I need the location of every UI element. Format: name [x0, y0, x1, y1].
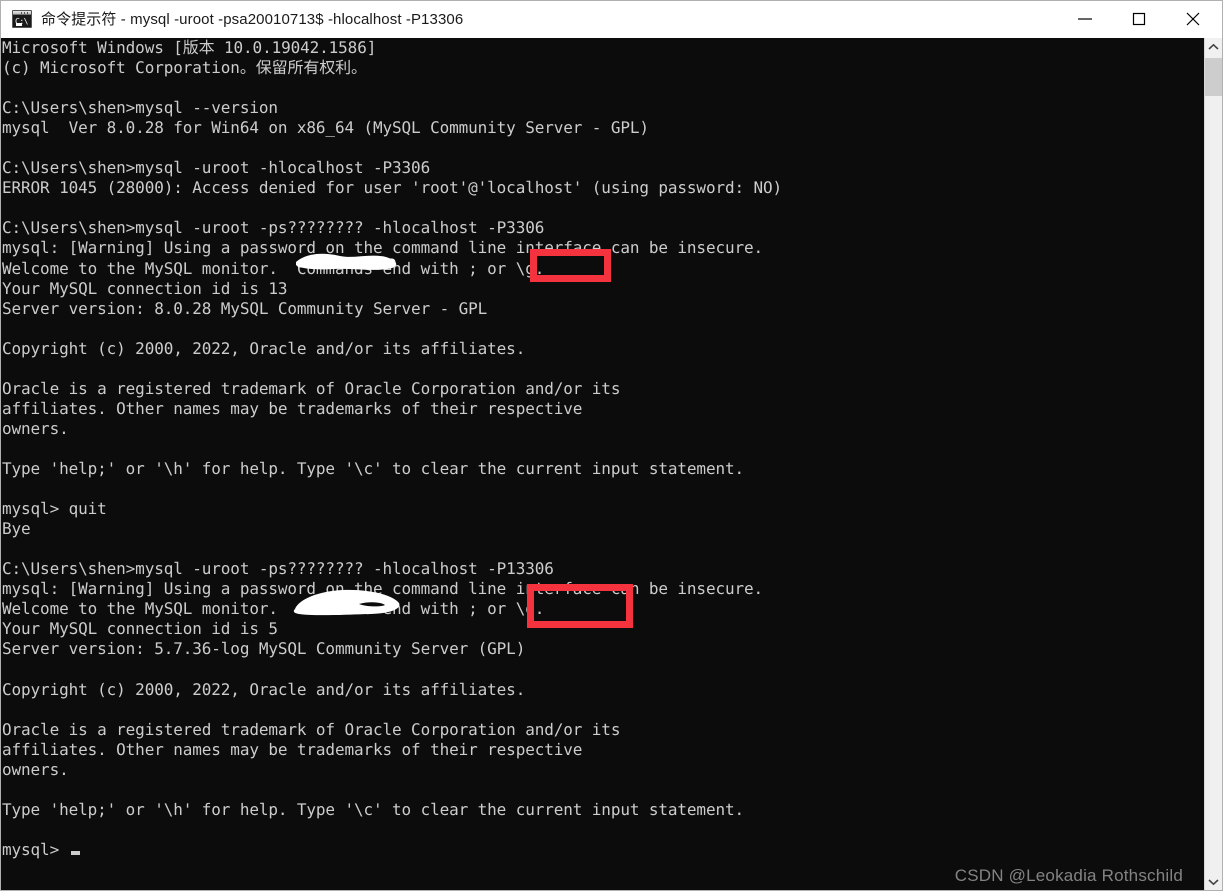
chevron-up-icon	[1208, 43, 1219, 50]
minimize-icon	[1078, 18, 1092, 20]
command-prompt-window: C:\ 命令提示符 - mysql -uroot -psa20010713$ -…	[0, 0, 1223, 891]
window-title-bar[interactable]: C:\ 命令提示符 - mysql -uroot -psa20010713$ -…	[1, 1, 1222, 38]
close-button[interactable]	[1170, 1, 1216, 37]
console-cursor	[70, 850, 80, 855]
icon-titlebar-stripe	[13, 11, 31, 15]
close-icon	[1186, 12, 1200, 26]
console-text: Microsoft Windows [版本 10.0.19042.1586] (…	[2, 38, 783, 859]
scroll-down-button[interactable]	[1205, 873, 1222, 890]
cmd-prompt-icon: C:\	[12, 10, 32, 28]
scrollbar-track[interactable]	[1205, 56, 1222, 873]
watermark-text: CSDN @Leokadia Rothschild	[954, 866, 1183, 885]
icon-cursor-block	[16, 23, 22, 26]
chevron-down-icon	[1208, 879, 1219, 886]
maximize-icon	[1132, 12, 1146, 26]
console-output-area[interactable]: Microsoft Windows [版本 10.0.19042.1586] (…	[1, 38, 1205, 890]
scroll-up-button[interactable]	[1205, 38, 1222, 56]
window-title-text: 命令提示符 - mysql -uroot -psa20010713$ -hloc…	[41, 10, 464, 28]
vertical-scrollbar[interactable]	[1204, 38, 1222, 890]
scrollbar-thumb[interactable]	[1205, 58, 1222, 96]
minimize-button[interactable]	[1062, 1, 1108, 37]
maximize-button[interactable]	[1116, 1, 1162, 37]
